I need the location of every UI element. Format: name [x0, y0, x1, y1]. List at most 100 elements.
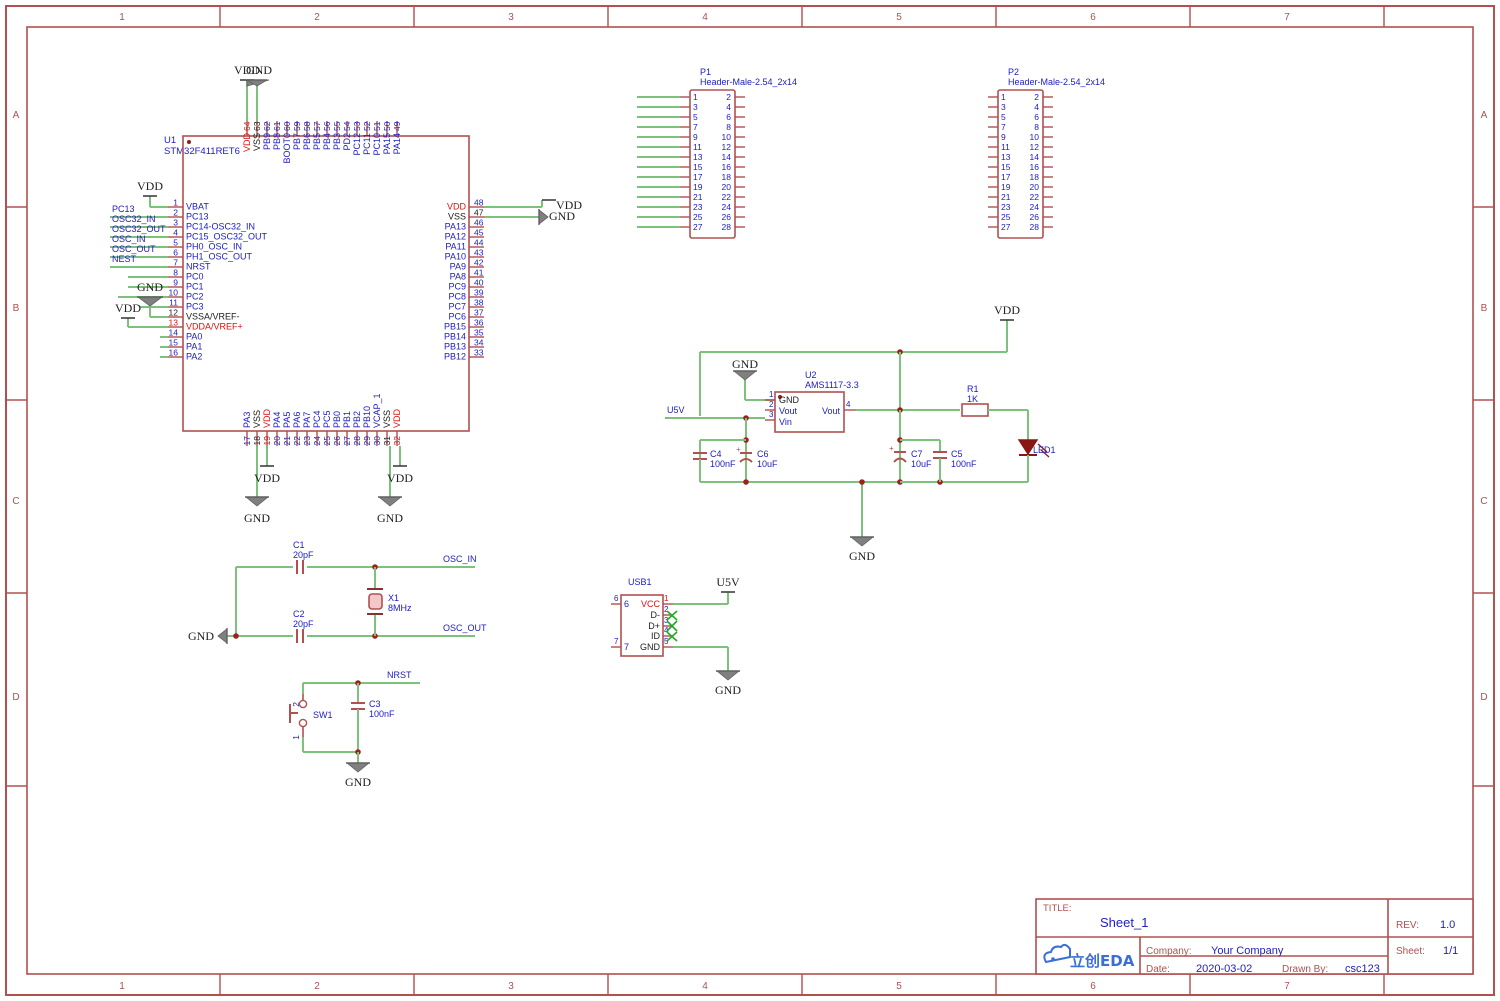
x1-value: 8MHz	[388, 603, 412, 613]
c5-designator: C5	[951, 449, 963, 459]
svg-text:25: 25	[1001, 212, 1011, 222]
u1-pinname-pc0: PC0	[186, 271, 204, 281]
u1-pinname-vdd64: VDD	[242, 133, 252, 153]
u1-pinname-pa6: PA6	[292, 412, 302, 428]
u1-pinname-vss63: VSS	[252, 133, 262, 151]
u1-pinname-pb14: PB14	[444, 331, 466, 341]
component-usb1[interactable]: USB1 6 6 7 7 1 VCC 2 D- 3 D+ 4 ID 5 GND	[611, 577, 678, 657]
drawn-by-label: Drawn By:	[1282, 964, 1328, 975]
component-c3[interactable]: C3 100nF	[351, 683, 395, 752]
u1-pinnum-48: 48	[474, 197, 484, 207]
component-c4[interactable]: C4 100nF	[693, 440, 736, 482]
u1-pinname-pb9: PB9	[262, 133, 272, 150]
power-label-vdd-pin32: VDD	[387, 471, 413, 485]
power-label-vdd-reg: VDD	[994, 303, 1020, 317]
component-c6[interactable]: + C6 10uF	[736, 445, 778, 469]
component-u2[interactable]: U2 AMS1117-3.3 1 GND 2 Vout 3 Vin 4 Vout	[765, 370, 859, 433]
component-p1[interactable]: P1 Header-Male-2.54_2x14 1 2 3 4 5 6 7 8…	[637, 67, 797, 239]
u1-pinnum-63: 63	[252, 121, 262, 131]
c4-designator: C4	[710, 449, 722, 459]
svg-text:8: 8	[1034, 122, 1039, 132]
u1-pinnum-12: 12	[169, 307, 179, 317]
component-c1[interactable]: C1 20pF	[293, 540, 314, 574]
svg-text:26: 26	[1030, 212, 1040, 222]
u1-pinnum-43: 43	[474, 247, 484, 257]
svg-text:15: 15	[1001, 162, 1011, 172]
u1-pinnum-22: 22	[292, 436, 302, 446]
component-sw1[interactable]: 2 1 SW1	[289, 683, 358, 753]
u1-pinnum-23: 23	[302, 436, 312, 446]
u1-pinname-pb13: PB13	[444, 341, 466, 351]
title-label: TITLE:	[1043, 903, 1072, 914]
component-led1[interactable]: LED1	[1017, 439, 1056, 482]
sheet-value: 1/1	[1443, 945, 1458, 957]
u1-pinname-pb5: PB5	[312, 133, 322, 150]
c6-value: 10uF	[757, 459, 778, 469]
u1-pinname-vss31: VSS	[382, 410, 392, 428]
netlabel-osc32-out: OSC32_OUT	[112, 224, 166, 234]
u2-pinname-vout4: Vout	[822, 406, 841, 416]
u1-pinnum-60: 60	[282, 121, 292, 131]
r1-value: 1K	[967, 394, 978, 404]
usb1-pinname-dp: D+	[648, 621, 660, 631]
schematic-sheet: 1 2 3 4 5 6 7 1 2 3 4 5 6 7 A B C D A B …	[0, 0, 1500, 1001]
u1-pinnum-61: 61	[272, 121, 282, 131]
frame-row-left-c: C	[12, 496, 19, 507]
u1-pinname-vss47: VSS	[448, 211, 466, 221]
component-x1[interactable]: X1 8MHz	[367, 567, 412, 636]
u1-pinname-pc14: PC14-OSC32_IN	[186, 221, 255, 231]
netlabel-u5v-reg: U5V	[667, 405, 685, 415]
svg-text:5: 5	[1001, 112, 1006, 122]
component-u1[interactable]: U1 STM32F411RET6 1 VBAT 2 PC13 3 PC14-OS…	[164, 121, 484, 446]
u1-pinnum-62: 62	[262, 121, 272, 131]
svg-text:7: 7	[1001, 122, 1006, 132]
usb1-pinname-vcc: VCC	[641, 599, 661, 609]
usb1-pinnum-3: 3	[664, 616, 669, 625]
usb1-pinnum-5: 5	[664, 637, 669, 646]
svg-text:10: 10	[722, 132, 732, 142]
reset-section: NRST 2 1 SW1 C3 100nF GND	[289, 670, 420, 789]
usb1-pinnum-1: 1	[664, 594, 669, 603]
junction	[743, 479, 749, 485]
component-r1[interactable]: R1 1K	[961, 384, 1029, 440]
svg-text:6: 6	[726, 112, 731, 122]
u1-pinnum-47: 47	[474, 207, 484, 217]
crystal-section: C1 20pF OSC_IN C2 20pF OSC_OUT GND X1 8M…	[188, 540, 487, 644]
svg-text:4: 4	[1034, 102, 1039, 112]
usb1-designator: USB1	[628, 577, 652, 587]
power-symbol-gnd-pin31: GND	[377, 496, 403, 525]
u1-pinname-pa12: PA12	[445, 231, 466, 241]
svg-text:11: 11	[693, 142, 702, 152]
power-label-vdd-vbat: VDD	[137, 179, 163, 193]
u1-pinnum-51: 51	[372, 121, 382, 131]
frame-row-left-a: A	[13, 110, 20, 121]
svg-text:27: 27	[1001, 222, 1011, 232]
u1-pinnum-42: 42	[474, 257, 484, 267]
u1-pinnum-5: 5	[173, 237, 178, 247]
sw1-pinnum-2: 2	[291, 702, 301, 707]
c5-value: 100nF	[951, 459, 977, 469]
svg-text:17: 17	[693, 172, 703, 182]
u1-pinnum-9: 9	[173, 277, 178, 287]
u1-pinname-pb4: PB4	[322, 133, 332, 150]
svg-text:25: 25	[693, 212, 703, 222]
u1-pinnum-37: 37	[474, 307, 484, 317]
power-label-gnd-pin18: GND	[244, 511, 270, 525]
component-p2[interactable]: P2 Header-Male-2.54_2x14 12 34 56 78 9 10…	[988, 67, 1105, 239]
u1-pinname-pc5: PC5	[322, 410, 332, 428]
u1-pinname-pc2: PC2	[186, 291, 204, 301]
u1-pinnum-17: 17	[242, 436, 252, 446]
component-c2[interactable]: C2 20pF	[293, 609, 314, 643]
power-label-vdd-vdda: VDD	[115, 301, 141, 315]
date-value: 2020-03-02	[1196, 963, 1252, 975]
u1-designator: U1	[164, 135, 176, 146]
u1-pinname-pc10: PC10	[372, 133, 382, 156]
u1-pinname-pb6: PB6	[302, 133, 312, 150]
component-c5[interactable]: C5 100nF	[933, 449, 977, 482]
frame-row-left-d: D	[12, 692, 19, 703]
u1-pinnum-6: 6	[173, 247, 178, 257]
svg-text:22: 22	[1030, 192, 1040, 202]
u1-pinnum-46: 46	[474, 217, 484, 227]
component-c7[interactable]: + C7 10uF	[889, 444, 932, 469]
rev-value: 1.0	[1440, 919, 1455, 931]
